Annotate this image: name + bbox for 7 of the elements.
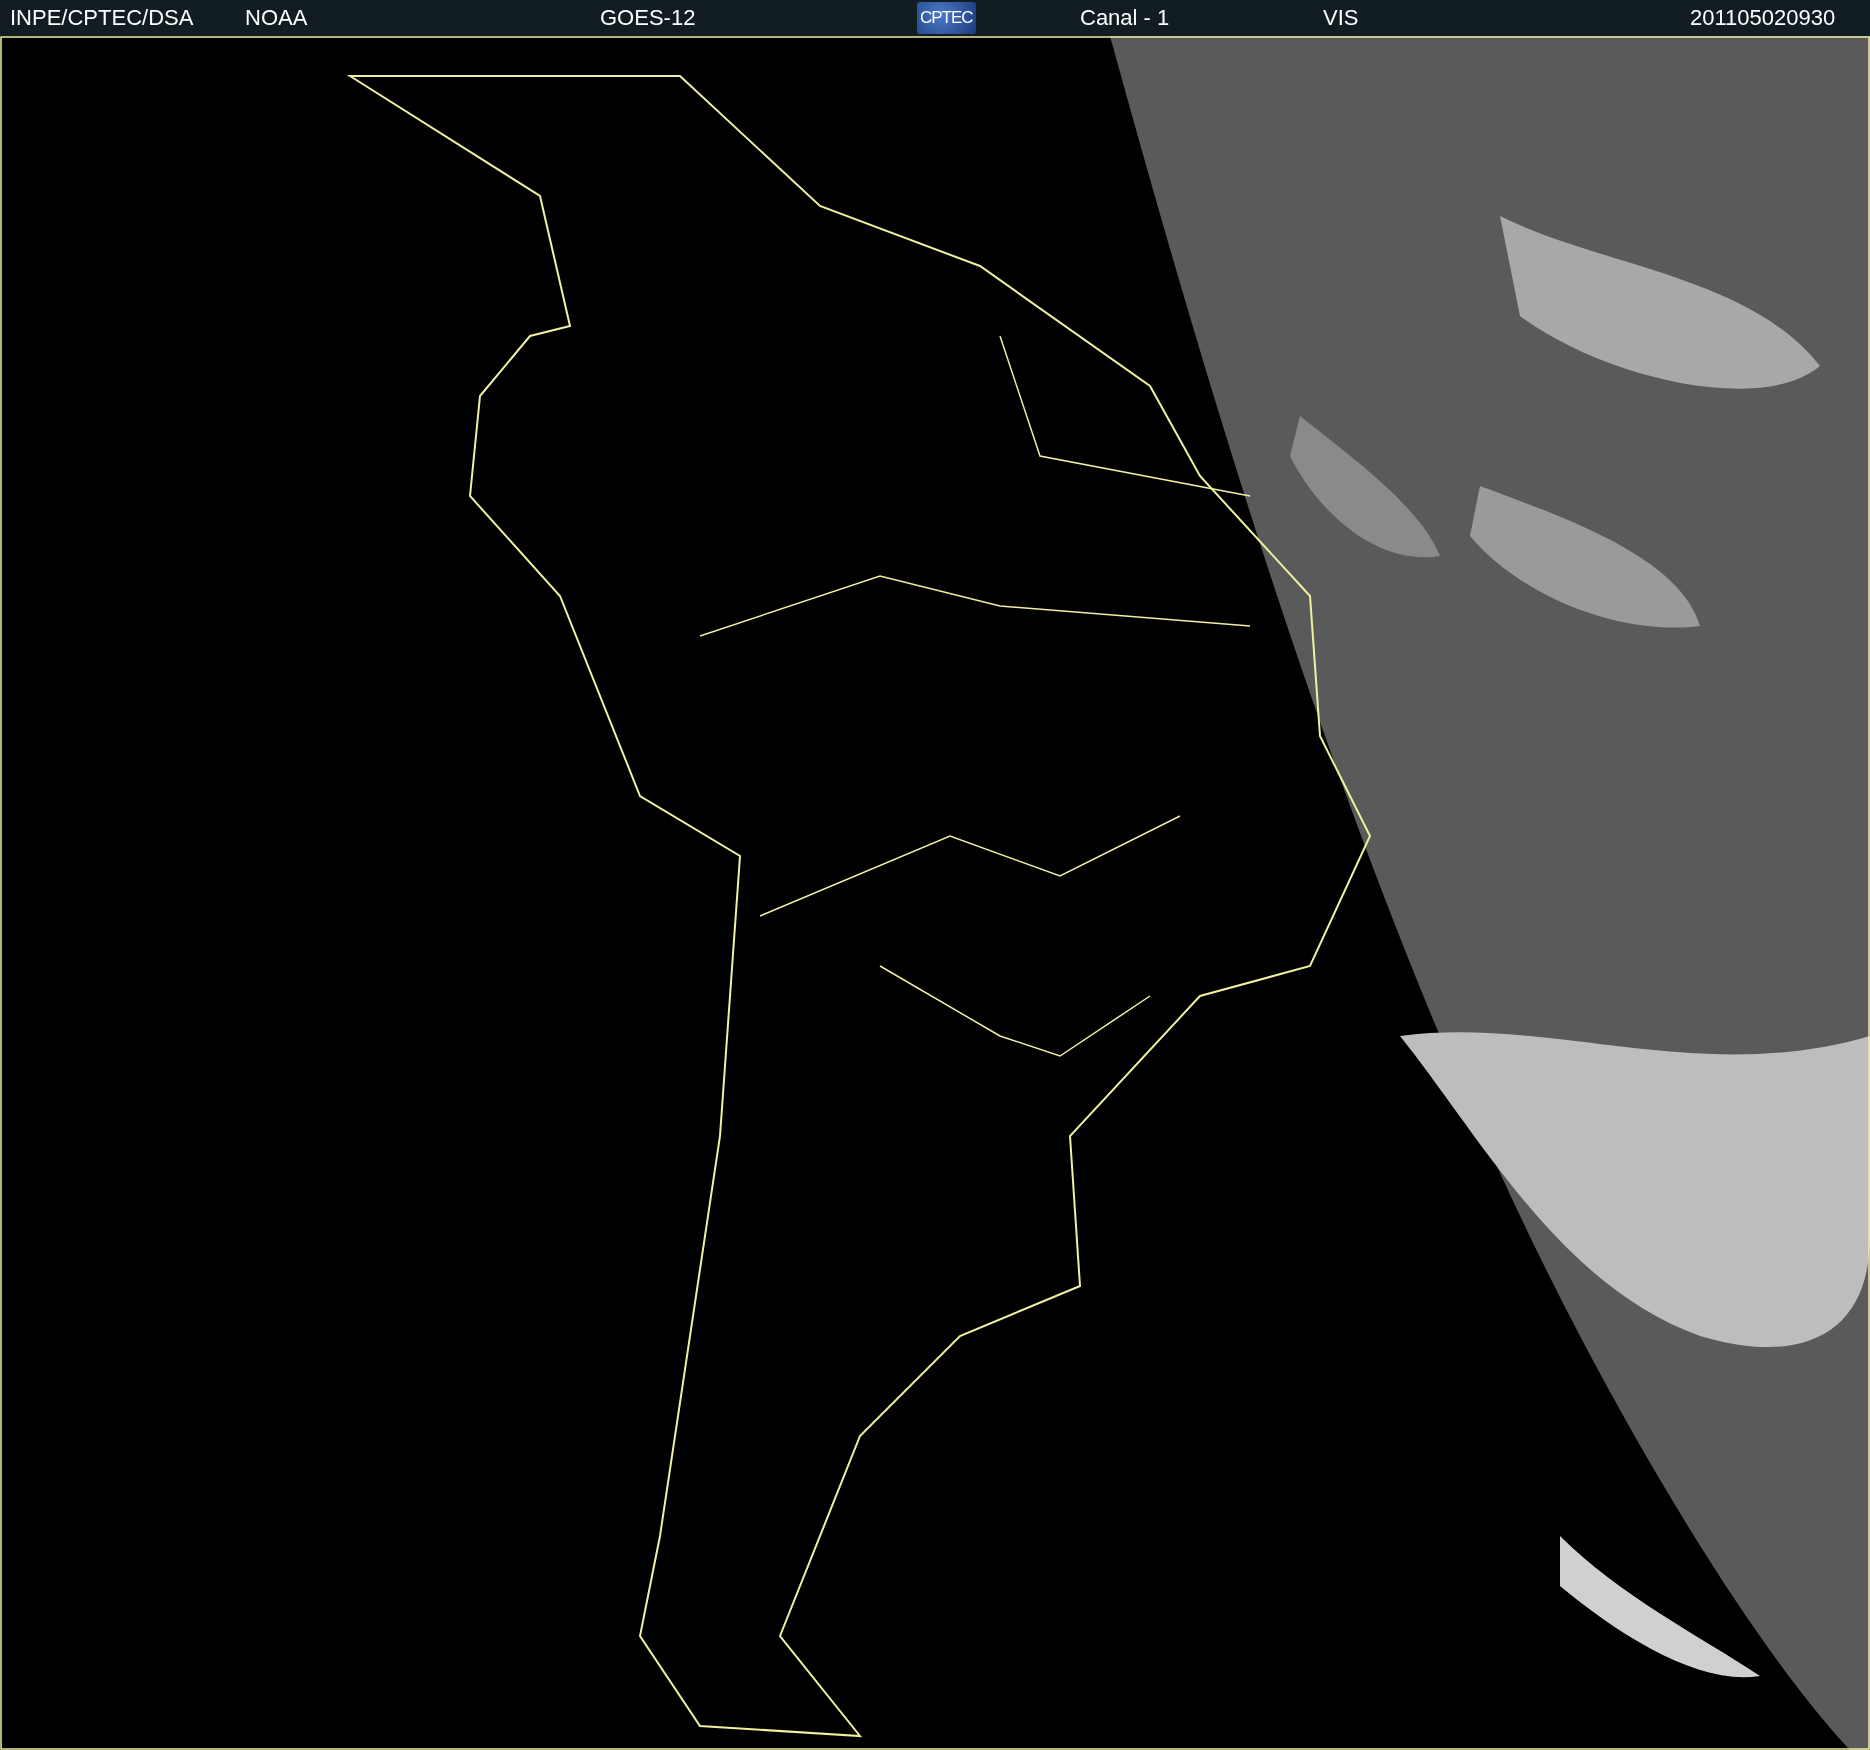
header-label: INPE/CPTEC/DSA [10,5,194,31]
header-label: VIS [1323,5,1359,31]
header-label: 201105020930 [1690,5,1836,31]
header-label: GOES-12 [600,5,696,31]
logo: CPTEC [917,2,976,34]
header-label: NOAA [245,5,308,31]
header-label: Canal - 1 [1080,5,1170,31]
